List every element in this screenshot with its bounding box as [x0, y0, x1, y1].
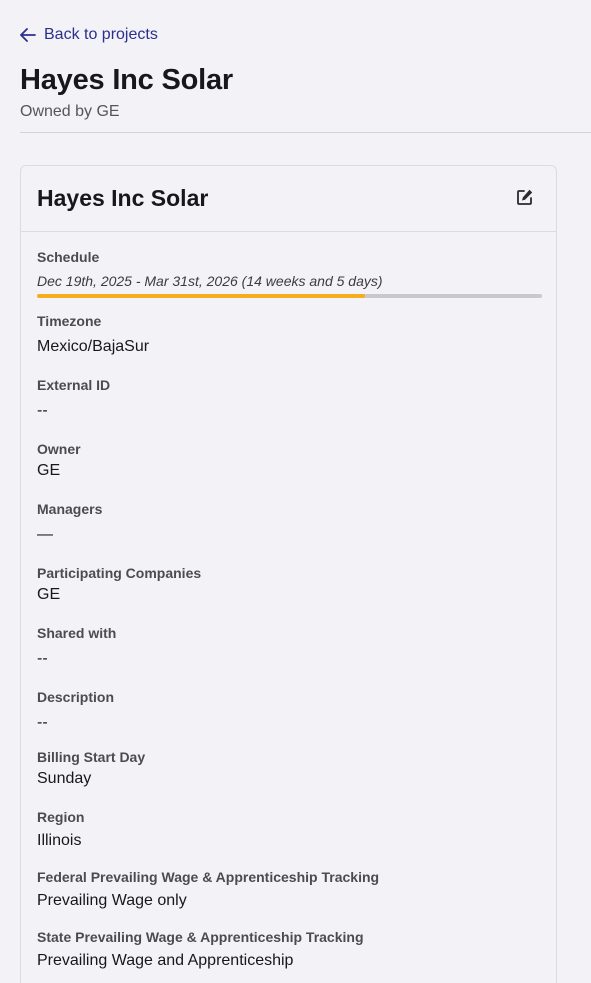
shared-with-field: Shared with -- — [37, 625, 117, 667]
federal-prevailing-wage-field: Federal Prevailing Wage & Apprenticeship… — [37, 869, 380, 909]
project-detail-page: Back to projects Hayes Inc Solar Owned b… — [0, 0, 591, 983]
schedule-progress-bar — [37, 294, 542, 298]
region-field: Region Illinois — [37, 809, 85, 849]
field-value: GE — [37, 462, 61, 479]
field-value: Illinois — [37, 832, 82, 849]
field-label: Federal Prevailing Wage & Apprenticeship… — [37, 869, 380, 885]
field-label: Timezone — [37, 313, 102, 329]
field-value: -- — [37, 714, 48, 731]
field-label: Region — [37, 809, 85, 825]
managers-field: Managers — — [37, 501, 103, 543]
timezone-field: Timezone Mexico/BajaSur — [37, 313, 149, 355]
field-label: Managers — [37, 501, 103, 517]
schedule-label: Schedule — [37, 249, 100, 265]
page-subtitle: Owned by GE — [20, 103, 120, 120]
field-label: External ID — [37, 377, 111, 393]
field-label: Owner — [37, 441, 81, 457]
field-label: Participating Companies — [37, 565, 202, 581]
schedule-progress-fill — [37, 294, 366, 298]
field-value: GE — [37, 586, 61, 603]
back-to-projects-link[interactable]: Back to projects — [20, 26, 158, 44]
field-label: Billing Start Day — [37, 749, 146, 765]
back-link-label: Back to projects — [44, 26, 158, 43]
field-label: State Prevailing Wage & Apprenticeship T… — [37, 929, 364, 945]
field-label: Description — [37, 689, 115, 705]
arrow-left-icon — [20, 28, 36, 42]
participating-companies-field: Participating Companies GE — [37, 565, 202, 603]
edit-button[interactable] — [514, 188, 536, 210]
owner-field: Owner GE — [37, 441, 81, 479]
field-value: Sunday — [37, 770, 92, 787]
card-header: Hayes Inc Solar — [21, 166, 556, 232]
external-id-field: External ID -- — [37, 377, 111, 419]
field-value: Prevailing Wage and Apprenticeship — [37, 952, 294, 969]
page-title: Hayes Inc Solar — [20, 64, 233, 96]
field-label: Shared with — [37, 625, 117, 641]
field-value: -- — [37, 650, 48, 667]
field-value: — — [37, 526, 53, 543]
project-details-card: Hayes Inc Solar Schedule Dec 19th, 2025 … — [20, 165, 557, 983]
edit-icon — [516, 188, 534, 211]
header-divider — [20, 132, 591, 133]
state-prevailing-wage-field: State Prevailing Wage & Apprenticeship T… — [37, 929, 364, 969]
card-title: Hayes Inc Solar — [37, 185, 209, 211]
field-value: -- — [37, 402, 48, 419]
field-value: Mexico/BajaSur — [37, 338, 150, 355]
schedule-field: Schedule Dec 19th, 2025 - Mar 31st, 2026… — [37, 249, 542, 298]
schedule-dates: Dec 19th, 2025 - Mar 31st, 2026 (14 week… — [37, 273, 383, 289]
billing-start-day-field: Billing Start Day Sunday — [37, 749, 146, 787]
description-field: Description -- — [37, 689, 115, 731]
field-value: Prevailing Wage only — [37, 892, 187, 909]
